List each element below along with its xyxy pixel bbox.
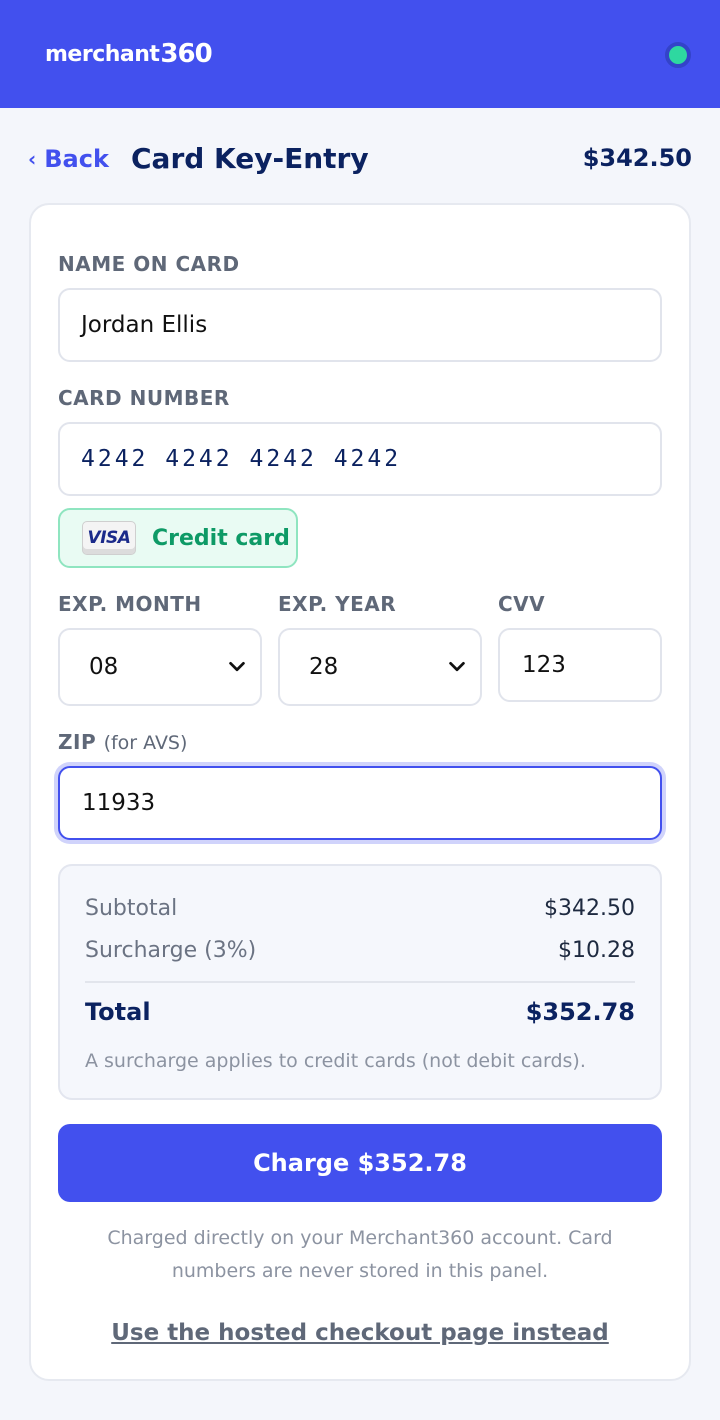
card-number-value: 4242 4242 4242 4242 [81, 446, 402, 472]
exp-year-select[interactable]: 28 [278, 628, 482, 706]
logo-text: merchant [45, 41, 160, 67]
chevron-down-icon [449, 661, 465, 672]
cvv-input[interactable]: 123 [498, 628, 662, 702]
back-label: Back [44, 145, 109, 173]
logo-number: 360 [160, 39, 212, 69]
total-row: Total $352.78 [85, 998, 635, 1026]
card-number-input[interactable]: 4242 4242 4242 4242 [58, 422, 662, 496]
app-header: merchant 360 [0, 0, 720, 108]
name-on-card-label: NAME ON CARD [58, 252, 240, 276]
subtotal-value: $342.50 [544, 896, 635, 921]
header-amount: $342.50 [582, 144, 692, 172]
card-type-label: Credit card [152, 525, 290, 551]
exp-month-select[interactable]: 08 [58, 628, 262, 706]
card-type-badge: VISA Credit card [58, 508, 298, 568]
name-on-card-value: Jordan Ellis [81, 312, 208, 338]
total-value: $352.78 [525, 998, 635, 1026]
merchant360-logo: merchant 360 [45, 33, 213, 75]
page-title: Card Key-Entry [131, 142, 369, 175]
zip-input[interactable]: 11933 [58, 766, 662, 840]
cvv-value: 123 [522, 652, 566, 678]
visa-card-icon: VISA [82, 521, 136, 555]
surcharge-value: $10.28 [558, 938, 635, 963]
charge-button[interactable]: Charge $352.78 [58, 1124, 662, 1202]
order-summary: Subtotal $342.50 Surcharge (3%) $10.28 T… [58, 864, 662, 1100]
exp-month-value: 08 [89, 654, 119, 680]
zip-value: 11933 [82, 790, 156, 816]
exp-year-label: EXP. YEAR [278, 592, 397, 616]
card-number-label: CARD NUMBER [58, 386, 230, 410]
subtotal-label: Subtotal [85, 896, 178, 921]
footer-note: Charged directly on your Merchant360 acc… [107, 1227, 613, 1282]
zip-label: ZIP (for AVS) [58, 730, 187, 754]
hosted-checkout-link[interactable]: Use the hosted checkout page instead [0, 1320, 720, 1346]
surcharge-row: Surcharge (3%) $10.28 [85, 938, 635, 963]
summary-divider [85, 981, 635, 983]
chevron-left-icon: ‹ [28, 147, 37, 171]
name-on-card-input[interactable]: Jordan Ellis [58, 288, 662, 362]
exp-year-value: 28 [309, 654, 339, 680]
zip-sublabel: (for AVS) [103, 732, 188, 754]
surcharge-note: A surcharge applies to credit cards (not… [85, 1050, 586, 1072]
chevron-down-icon [229, 661, 245, 672]
status-indicator-icon [665, 42, 691, 68]
surcharge-label: Surcharge (3%) [85, 938, 257, 963]
back-button[interactable]: ‹ Back [28, 145, 109, 173]
exp-month-label: EXP. MONTH [58, 592, 202, 616]
zip-label-text: ZIP [58, 730, 97, 754]
subtotal-row: Subtotal $342.50 [85, 896, 635, 921]
cvv-label: CVV [498, 592, 546, 616]
total-label: Total [85, 998, 151, 1026]
